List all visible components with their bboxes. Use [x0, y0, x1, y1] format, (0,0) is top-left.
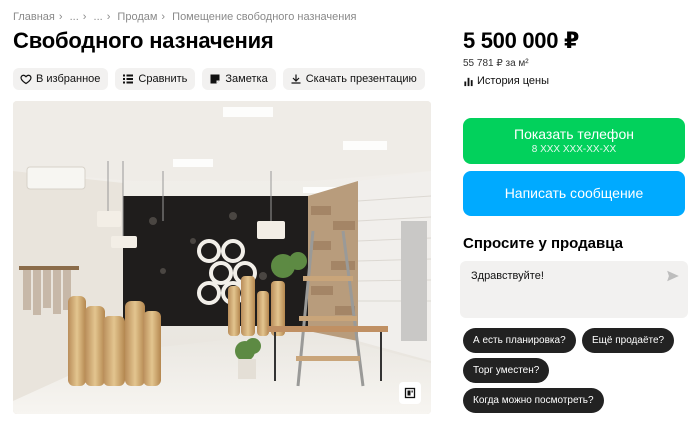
note-label: Заметка — [225, 73, 268, 85]
download-label: Скачать презентацию — [305, 73, 417, 85]
ask-seller-title: Спросите у продавца — [463, 235, 623, 252]
breadcrumb-level-2[interactable]: ... — [70, 11, 79, 23]
quick-question-chip[interactable]: А есть планировка? — [463, 328, 576, 353]
breadcrumb: Главная › ... › ... › Продам › Помещение сво… — [13, 11, 357, 23]
quick-question-chip[interactable]: Когда можно посмотреть? — [463, 388, 604, 413]
chart-icon — [464, 77, 473, 86]
price-history-label: История цены — [477, 75, 549, 87]
page-title: Свободного назначения — [13, 28, 274, 53]
listing-photo[interactable] — [13, 101, 431, 414]
price: 5 500 000 ₽ — [463, 28, 579, 53]
ask-seller-input-value: Здравствуйте! — [471, 270, 544, 282]
show-phone-label: Показать телефон — [514, 126, 634, 142]
breadcrumb-category[interactable]: Помещение свободного назначения — [172, 11, 356, 23]
quick-question-chip[interactable]: Ещё продаёте? — [582, 328, 675, 353]
send-icon[interactable] — [666, 269, 680, 283]
compare-button[interactable]: Сравнить — [115, 68, 196, 90]
ask-seller-input[interactable]: Здравствуйте! — [460, 261, 688, 318]
listing-actions: В избранное Сравнить Заметка Скачать пре… — [13, 68, 425, 90]
quick-question-chip[interactable]: Торг уместен? — [463, 358, 550, 383]
compare-icon — [123, 74, 134, 84]
phone-number-masked: 8 XXX XXX-XX-XX — [531, 144, 617, 155]
gallery-button[interactable] — [399, 382, 421, 404]
favorite-label: В избранное — [36, 73, 101, 85]
heart-icon — [20, 74, 32, 85]
interior-photo — [13, 101, 431, 414]
note-icon — [210, 74, 220, 84]
note-button[interactable]: Заметка — [202, 68, 276, 90]
write-message-button[interactable]: Написать сообщение — [463, 171, 685, 216]
favorite-button[interactable]: В избранное — [13, 68, 109, 90]
compare-label: Сравнить — [138, 73, 188, 85]
price-per-m2: 55 781 ₽ за м² — [463, 58, 529, 69]
breadcrumb-level-3[interactable]: ... — [94, 11, 103, 23]
price-history-link[interactable]: История цены — [463, 75, 549, 87]
breadcrumb-home[interactable]: Главная — [13, 11, 55, 23]
breadcrumb-sell[interactable]: Продам — [117, 11, 157, 23]
download-presentation-button[interactable]: Скачать презентацию — [282, 68, 425, 90]
gallery-icon — [404, 387, 416, 399]
download-icon — [291, 74, 301, 84]
show-phone-button[interactable]: Показать телефон 8 XXX XXX-XX-XX — [463, 118, 685, 164]
